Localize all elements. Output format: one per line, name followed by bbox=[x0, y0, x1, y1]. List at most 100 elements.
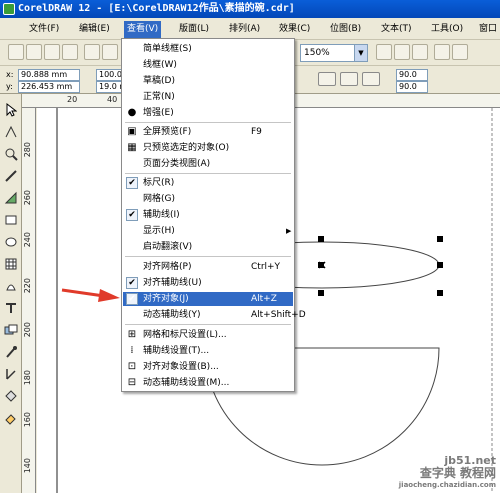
save-icon[interactable] bbox=[44, 44, 60, 60]
menu-item-dynamic-guides[interactable]: 动态辅助线(Y) Alt+Shift+D bbox=[123, 308, 306, 322]
eyedropper-tool-icon[interactable] bbox=[3, 344, 19, 360]
shape-tool-icon[interactable] bbox=[3, 124, 19, 140]
freehand-tool-icon[interactable] bbox=[3, 168, 19, 184]
ellipse-tool-icon[interactable] bbox=[3, 234, 19, 250]
menu-separator bbox=[125, 122, 291, 123]
selection-handle[interactable] bbox=[437, 290, 443, 296]
menu-item-full-screen-preview[interactable]: ▣ 全屏预览(F) F9 bbox=[123, 125, 293, 139]
menu-item-grid[interactable]: 网格(G) bbox=[123, 192, 293, 206]
arc-mode-icon[interactable] bbox=[362, 72, 380, 86]
y-position-field[interactable]: 226.453 mm bbox=[18, 81, 80, 93]
menu-item-snap-to-grid[interactable]: 对齐网格(P) Ctrl+Y bbox=[123, 260, 293, 274]
menu-item-page-sorter[interactable]: 页面分类视图(A) bbox=[123, 157, 293, 171]
menu-item-snap-objects-setup[interactable]: ⊡ 对齐对象设置(B)... bbox=[123, 360, 293, 374]
menu-item-rulers[interactable]: ✔ 标尺(R) bbox=[123, 176, 293, 190]
fill-tool-icon[interactable] bbox=[3, 388, 19, 404]
menu-item-draft[interactable]: 草稿(D) bbox=[123, 74, 293, 88]
menu-item-grid-ruler-setup[interactable]: ⊞ 网格和标尺设置(L)... bbox=[123, 328, 293, 342]
watermark: jb51.net 查字典 教程网 jiaocheng.chazidian.com bbox=[399, 455, 496, 491]
checkmark-icon: ✔ bbox=[126, 177, 138, 189]
vertical-ruler[interactable]: 280 260 240 220 200 180 160 140 bbox=[22, 108, 36, 493]
toolbar-button[interactable] bbox=[452, 44, 468, 60]
toolbar-button[interactable] bbox=[412, 44, 428, 60]
new-icon[interactable] bbox=[8, 44, 24, 60]
menu-edit[interactable]: 编辑(E) bbox=[76, 21, 113, 38]
watermark-line: 查字典 教程网 bbox=[419, 466, 496, 480]
menu-item-label: 标尺(R) bbox=[143, 178, 175, 188]
x-position-field[interactable]: 90.888 mm bbox=[18, 69, 80, 81]
menu-tools[interactable]: 工具(O) bbox=[428, 21, 466, 38]
cut-icon[interactable] bbox=[84, 44, 100, 60]
print-icon[interactable] bbox=[62, 44, 78, 60]
interactive-blend-tool-icon[interactable] bbox=[3, 322, 19, 338]
open-icon[interactable] bbox=[26, 44, 42, 60]
monitor-icon: ▣ bbox=[127, 126, 137, 137]
menu-effects[interactable]: 效果(C) bbox=[276, 21, 313, 38]
toolbar-button[interactable] bbox=[394, 44, 410, 60]
red-arrow-icon bbox=[61, 288, 120, 302]
zoom-tool-icon[interactable] bbox=[3, 146, 19, 162]
selection-handle[interactable] bbox=[437, 262, 443, 268]
menu-file[interactable]: 文件(F) bbox=[26, 21, 62, 38]
height-field[interactable]: 19.0 r bbox=[96, 81, 124, 93]
menu-item-label: 正常(N) bbox=[143, 92, 175, 102]
menu-item-label: 辅助线设置(T)... bbox=[143, 346, 210, 356]
grid-icon: ▦ bbox=[127, 142, 137, 153]
menu-item-label: 显示(H) bbox=[143, 226, 175, 236]
height-value: 19.0 r bbox=[99, 82, 123, 91]
menu-item-show[interactable]: 显示(H) ▶ bbox=[123, 224, 293, 238]
rectangle-tool-icon[interactable] bbox=[3, 212, 19, 228]
ruler-tick-label: 40 bbox=[107, 95, 118, 104]
menu-window[interactable]: 窗口 bbox=[476, 21, 500, 38]
selection-handle[interactable] bbox=[437, 236, 443, 242]
menu-arrange[interactable]: 排列(A) bbox=[226, 21, 263, 38]
menu-item-label: 增强(E) bbox=[143, 108, 174, 118]
x-label: x: bbox=[6, 70, 14, 79]
zoom-level-select[interactable]: 150% ▼ bbox=[300, 44, 368, 62]
menu-item-label: 对齐对象设置(B)... bbox=[143, 362, 219, 372]
ruler-tick-label: 280 bbox=[23, 142, 32, 158]
interactive-fill-tool-icon[interactable] bbox=[3, 410, 19, 426]
smart-fill-tool-icon[interactable] bbox=[3, 190, 19, 206]
menu-text[interactable]: 文本(T) bbox=[378, 21, 415, 38]
y-value: 226.453 mm bbox=[21, 82, 73, 91]
menu-item-shortcut: F9 bbox=[251, 127, 262, 137]
menu-item-dynamic-guides-setup[interactable]: ⊟ 动态辅助线设置(M)... bbox=[123, 376, 293, 390]
menu-item-snap-to-guidelines[interactable]: ✔ 对齐辅助线(U) bbox=[123, 276, 293, 290]
pie-mode-icon[interactable] bbox=[340, 72, 358, 86]
checkmark-icon: ✔ bbox=[126, 209, 138, 221]
menu-item-preview-selected[interactable]: ▦ 只预览选定的对象(O) bbox=[123, 141, 293, 155]
start-angle-field[interactable]: 90.0 bbox=[396, 69, 428, 81]
toolbar-button[interactable] bbox=[376, 44, 392, 60]
copy-icon[interactable] bbox=[102, 44, 118, 60]
basic-shapes-tool-icon[interactable] bbox=[3, 278, 19, 294]
outline-tool-icon[interactable] bbox=[3, 366, 19, 382]
toolbar-button[interactable] bbox=[434, 44, 450, 60]
ruler-tick-label: 220 bbox=[23, 278, 32, 294]
width-value: 100.0 bbox=[99, 70, 122, 79]
menu-item-normal[interactable]: 正常(N) bbox=[123, 90, 293, 104]
menu-item-guidelines-setup[interactable]: ⁞ 辅助线设置(T)... bbox=[123, 344, 293, 358]
ruler-tick-label: 180 bbox=[23, 370, 32, 386]
graph-paper-tool-icon[interactable] bbox=[3, 256, 19, 272]
menu-separator bbox=[125, 324, 291, 325]
menu-item-wireframe[interactable]: 线框(W) bbox=[123, 58, 293, 72]
menu-item-snap-to-objects[interactable]: ✔ 对齐对象(J) Alt+Z bbox=[123, 292, 293, 306]
menu-item-label: 动态辅助线设置(M)... bbox=[143, 378, 230, 388]
chevron-down-icon[interactable]: ▼ bbox=[354, 45, 367, 61]
text-tool-icon[interactable] bbox=[3, 300, 19, 316]
menu-item-simple-wireframe[interactable]: 简单线框(S) bbox=[123, 42, 293, 56]
selection-handle[interactable] bbox=[318, 236, 324, 242]
end-angle-field[interactable]: 90.0 bbox=[396, 81, 428, 93]
menu-bitmap[interactable]: 位图(B) bbox=[327, 21, 364, 38]
width-field[interactable]: 100.0 bbox=[96, 69, 124, 81]
watermark-line: jiaocheng.chazidian.com bbox=[398, 481, 496, 489]
menu-item-enable-rollover[interactable]: 启动翻滚(V) bbox=[123, 240, 293, 254]
ellipse-mode-icon[interactable] bbox=[318, 72, 336, 86]
selection-handle[interactable] bbox=[318, 290, 324, 296]
menu-view[interactable]: 查看(V) bbox=[124, 21, 162, 38]
menu-item-guidelines[interactable]: ✔ 辅助线(I) bbox=[123, 208, 293, 222]
menu-item-enhanced[interactable]: ● 增强(E) bbox=[123, 106, 293, 120]
pick-tool-icon[interactable] bbox=[3, 102, 19, 118]
menu-layout[interactable]: 版面(L) bbox=[176, 21, 212, 38]
